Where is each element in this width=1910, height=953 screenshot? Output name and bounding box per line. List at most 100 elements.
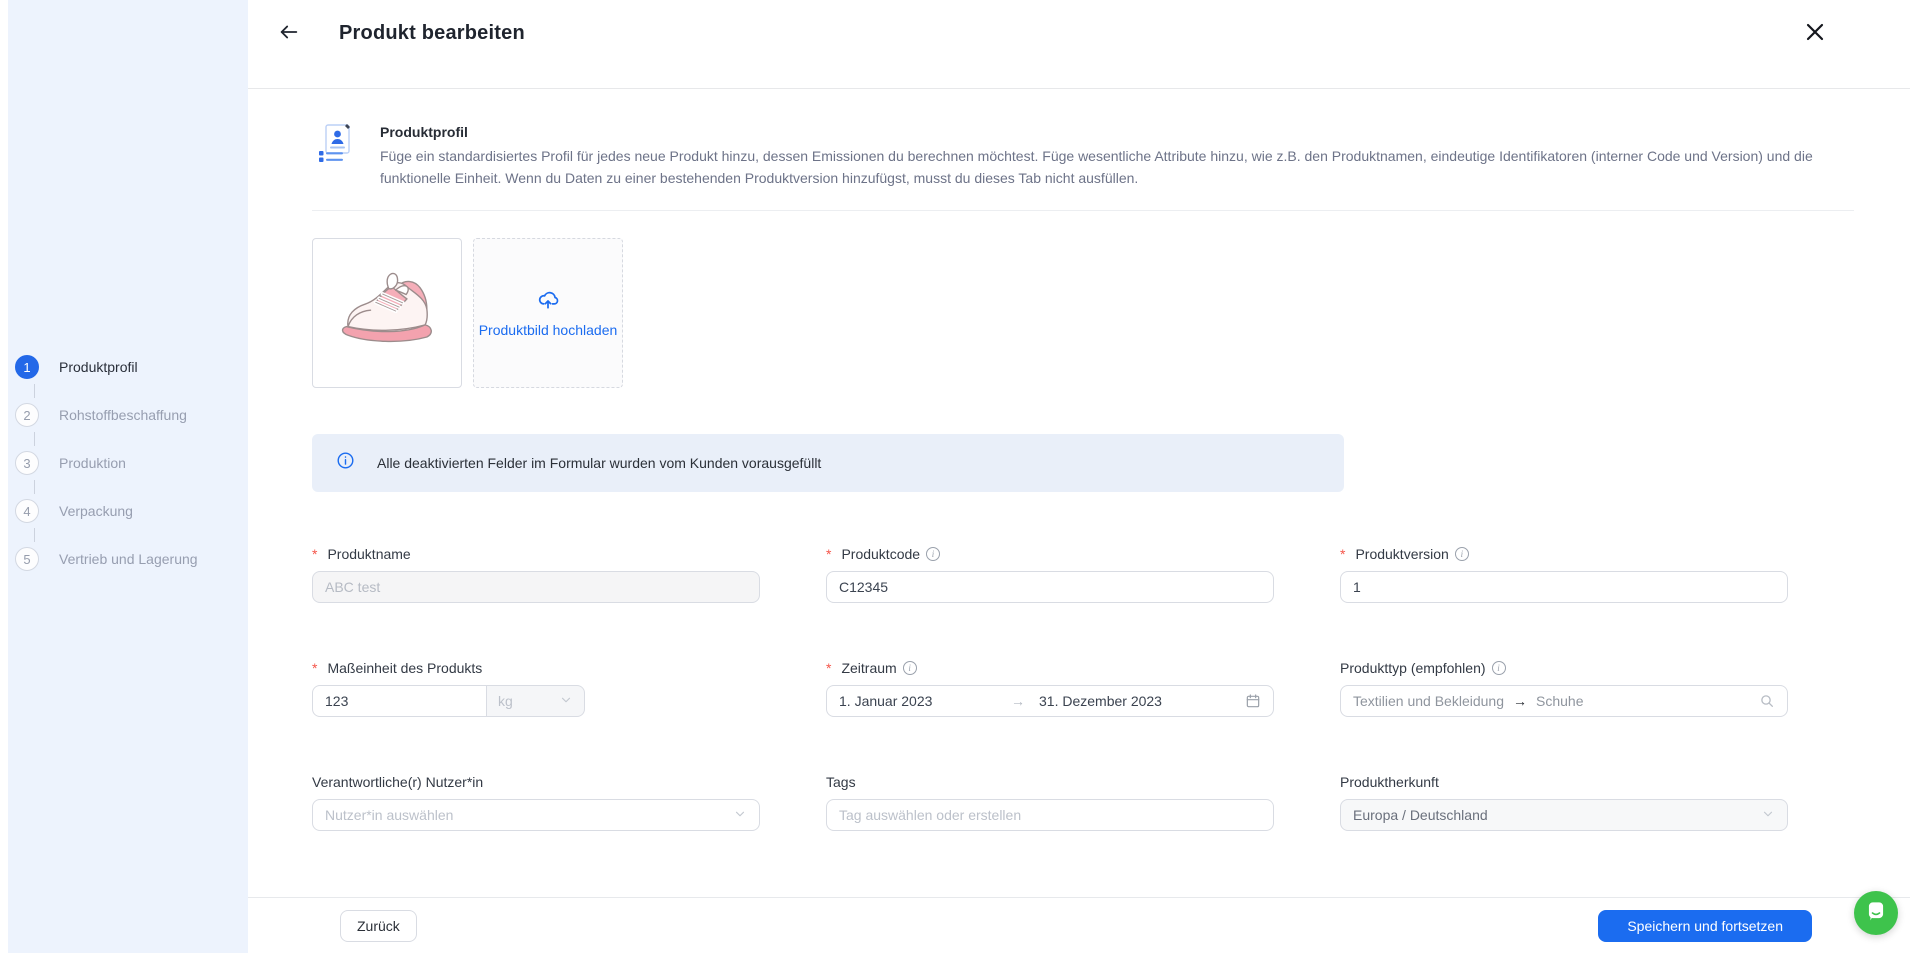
field-label-text: Produktversion — [1355, 546, 1449, 562]
page-title: Produkt bearbeiten — [339, 21, 525, 44]
produktversion-input[interactable] — [1340, 571, 1788, 603]
chat-bubble-icon — [1865, 900, 1887, 927]
step-connector — [34, 384, 35, 398]
produktprofil-section-header: Produktprofil Füge ein standardisiertes … — [312, 121, 1854, 189]
info-banner-text: Alle deaktivierten Felder im Formular wu… — [377, 455, 822, 471]
field-label: Verantwortliche(r) Nutzer*in — [312, 774, 484, 790]
field-zeitraum: Zeitraum i 1. Januar 2023 → 31. Dezember… — [826, 657, 1274, 717]
field-label: Produktversion i — [1340, 543, 1788, 565]
step-connector — [34, 432, 35, 446]
end-date[interactable]: 31. Dezember 2023 — [1039, 693, 1162, 709]
step-produktion[interactable]: 3 Produktion — [15, 451, 248, 475]
arrow-left-icon — [278, 21, 300, 46]
upload-label: Produktbild hochladen — [478, 321, 618, 338]
stepper: 1 Produktprofil 2 Rohstoffbeschaffung 3 … — [15, 355, 248, 571]
footer-bar: Zurück Speichern und fortsetzen — [248, 897, 1910, 953]
nutzer-select[interactable]: Nutzer*in auswählen — [312, 799, 760, 831]
info-icon[interactable]: i — [926, 547, 941, 561]
back-button[interactable]: Zurück — [340, 909, 417, 942]
field-label-text: Produktcode — [841, 546, 921, 562]
step-number: 1 — [15, 355, 39, 379]
produktherkunft-select[interactable]: Europa / Deutschland — [1340, 799, 1788, 831]
field-produktherkunft: Produktherkunft Europa / Deutschland — [1340, 771, 1788, 831]
product-profile-card-icon — [317, 123, 353, 163]
step-number: 3 — [15, 451, 39, 475]
zeitraum-daterange-picker[interactable]: 1. Januar 2023 → 31. Dezember 2023 — [826, 685, 1274, 717]
masseinheit-value-input[interactable] — [312, 685, 487, 717]
step-label: Produktprofil — [59, 359, 138, 375]
page-header: Produkt bearbeiten — [248, 0, 1910, 89]
field-verantwortlicher-nutzer: Verantwortliche(r) Nutzer*in Nutzer*in a… — [312, 771, 760, 831]
chat-launcher-button[interactable] — [1854, 891, 1898, 935]
field-label: Zeitraum i — [826, 657, 1274, 679]
field-label: Produktherkunft — [1340, 774, 1439, 790]
step-label: Verpackung — [59, 503, 133, 519]
field-masseinheit: Maßeinheit des Produkts kg — [312, 657, 760, 717]
product-image-thumbnail[interactable] — [312, 238, 462, 388]
calendar-icon — [1245, 693, 1261, 709]
start-date[interactable]: 1. Januar 2023 — [839, 693, 1011, 709]
product-form-grid: Produktname Produktcode i Produktversion… — [312, 543, 1854, 831]
step-verpackung[interactable]: 4 Verpackung — [15, 499, 248, 523]
step-number: 2 — [15, 403, 39, 427]
step-vertrieb-und-lagerung[interactable]: 5 Vertrieb und Lagerung — [15, 547, 248, 571]
upload-product-image-dropzone[interactable]: Produktbild hochladen — [473, 238, 623, 388]
produktcode-input[interactable] — [826, 571, 1274, 603]
step-produktprofil[interactable]: 1 Produktprofil — [15, 355, 248, 379]
close-icon — [1803, 20, 1827, 47]
section-title: Produktprofil — [380, 124, 468, 140]
cloud-upload-icon — [537, 289, 559, 316]
step-rohstoffbeschaffung[interactable]: 2 Rohstoffbeschaffung — [15, 403, 248, 427]
info-circle-icon — [336, 451, 355, 475]
field-label-text: Zeitraum — [841, 660, 897, 676]
unit-value: kg — [498, 693, 513, 709]
field-label: Produkttyp (empfohlen) i — [1340, 657, 1788, 679]
arrow-right-icon: → — [1513, 693, 1527, 709]
produktname-input[interactable] — [312, 571, 760, 603]
field-label: Tags — [826, 774, 856, 790]
section-divider — [312, 210, 1854, 211]
form-content: Produktprofil Füge ein standardisiertes … — [248, 89, 1910, 897]
info-icon[interactable]: i — [902, 661, 917, 675]
stepper-sidebar: 1 Produktprofil 2 Rohstoffbeschaffung 3 … — [0, 0, 248, 953]
produkttyp-category: Textilien und Bekleidung — [1353, 693, 1504, 709]
field-label: Maßeinheit des Produkts — [312, 657, 760, 679]
step-label: Vertrieb und Lagerung — [59, 551, 198, 567]
back-arrow-button[interactable] — [271, 15, 307, 51]
masseinheit-unit-select[interactable]: kg — [487, 685, 585, 717]
product-image-row: Produktbild hochladen — [312, 238, 1854, 388]
field-label-text: Produkttyp (empfohlen) — [1340, 660, 1486, 676]
field-label: Produktname — [312, 543, 760, 565]
masseinheit-group: kg — [312, 685, 585, 717]
field-produktversion: Produktversion i — [1340, 543, 1788, 603]
step-number: 4 — [15, 499, 39, 523]
chevron-down-icon — [1761, 807, 1775, 824]
field-produktcode: Produktcode i — [826, 543, 1274, 603]
select-value: Europa / Deutschland — [1353, 807, 1488, 823]
save-and-continue-button[interactable]: Speichern und fortsetzen — [1598, 909, 1812, 942]
section-description: Füge ein standardisiertes Profil für jed… — [380, 148, 1813, 186]
field-tags: Tags — [826, 771, 1274, 831]
tags-input[interactable] — [826, 799, 1274, 831]
range-arrow-icon: → — [1011, 693, 1025, 709]
search-icon — [1759, 693, 1775, 709]
info-banner: Alle deaktivierten Felder im Formular wu… — [312, 434, 1344, 492]
step-connector — [34, 480, 35, 494]
sneaker-illustration — [322, 246, 452, 381]
field-label: Produktcode i — [826, 543, 1274, 565]
info-icon[interactable]: i — [1491, 661, 1506, 675]
select-placeholder: Nutzer*in auswählen — [325, 807, 454, 823]
chevron-down-icon — [733, 807, 747, 824]
step-number: 5 — [15, 547, 39, 571]
step-label: Produktion — [59, 455, 126, 471]
close-button[interactable] — [1797, 15, 1833, 51]
field-produktname: Produktname — [312, 543, 760, 603]
chevron-down-icon — [559, 693, 573, 710]
info-icon[interactable]: i — [1454, 547, 1469, 561]
field-produkttyp: Produkttyp (empfohlen) i Textilien und B… — [1340, 657, 1788, 717]
produkttyp-subcategory: Schuhe — [1536, 693, 1584, 709]
edit-product-page: 1 Produktprofil 2 Rohstoffbeschaffung 3 … — [0, 0, 1910, 953]
step-connector — [34, 528, 35, 542]
main-panel: Produkt bearbeiten Produktprofil Füge ei… — [248, 0, 1910, 953]
produkttyp-select[interactable]: Textilien und Bekleidung → Schuhe — [1340, 685, 1788, 717]
